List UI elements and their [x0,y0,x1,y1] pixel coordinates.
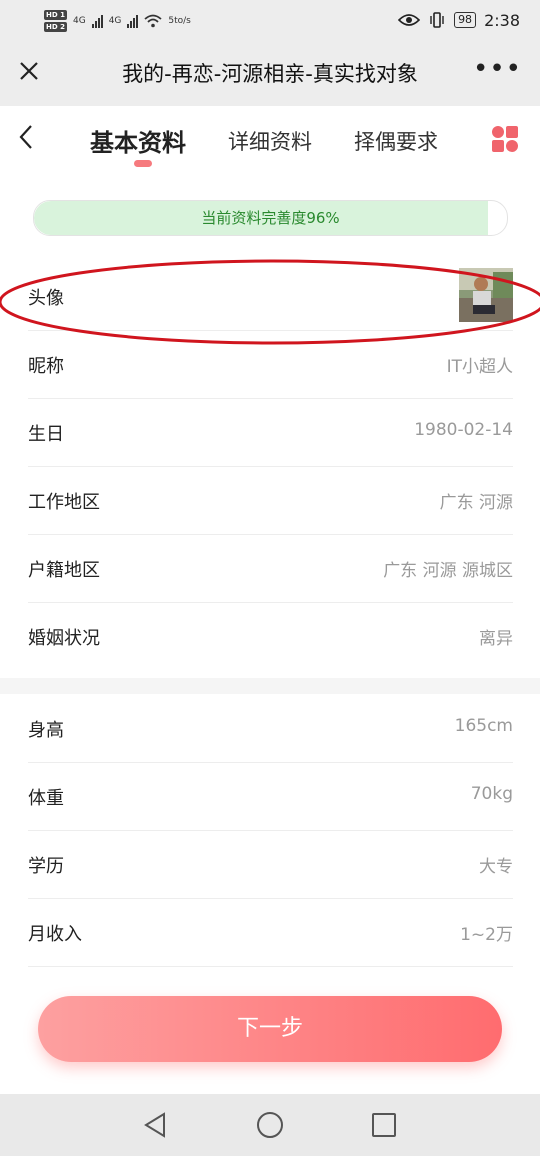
avatar-label: 头像 [28,288,64,309]
signal-icon-2 [127,14,139,28]
monthly-income-value: 1~2万 [460,925,513,945]
grid-cell [506,140,518,152]
signal-icon [91,14,103,28]
wifi-icon [144,14,162,28]
nickname-label: 昵称 [28,356,64,377]
vibrate-icon [430,12,444,28]
row-avatar[interactable]: 头像 [28,262,513,331]
title-bar: 我的-再恋-河源相亲-真实找对象 ••• [0,40,540,106]
network-type-1: 4G [72,16,86,26]
next-step-button[interactable]: 下一步 [38,996,502,1062]
hd-tags: HD 1 HD 2 [44,10,67,32]
hukou-region-label: 户籍地区 [28,560,100,581]
eye-icon [398,14,421,26]
weight-label: 体重 [28,788,64,809]
weight-value: 70kg [470,784,513,804]
close-icon[interactable] [14,56,44,86]
work-region-value: 广东 河源 [439,493,513,513]
page-title: 我的-再恋-河源相亲-真实找对象 [122,62,418,86]
clock: 2:38 [484,10,520,30]
birthday-label: 生日 [28,424,64,445]
education-value: 大专 [479,857,513,877]
status-right: 98 2:38 [398,8,520,32]
marital-status-label: 婚姻状况 [28,628,100,649]
row-hukou-region[interactable]: 户籍地区 广东 河源 源城区 [28,534,513,603]
nav-recents-icon[interactable] [372,1113,396,1137]
row-marital-status[interactable]: 婚姻状况 离异 [28,602,513,670]
birthday-value: 1980-02-14 [414,420,513,440]
back-chevron-icon[interactable] [18,124,34,157]
section-divider [0,678,540,694]
hukou-region-value: 广东 河源 源城区 [383,561,513,581]
nav-back-icon[interactable] [143,1112,167,1138]
row-birthday[interactable]: 生日 1980-02-14 [28,398,513,467]
tab-detailed-info[interactable]: 详细资料 [228,126,312,156]
battery-level: 98 [454,12,477,28]
tab-bar: 基本资料 详细资料 择偶要求 [0,106,540,174]
hd1-badge: HD 1 [44,10,67,20]
monthly-income-label: 月收入 [28,924,82,945]
hd2-badge: HD 2 [44,22,67,32]
work-region-label: 工作地区 [28,492,100,513]
avatar[interactable] [459,268,513,322]
grid-menu-icon[interactable] [492,126,518,152]
row-education[interactable]: 学历 大专 [28,830,513,899]
system-nav-bar [0,1094,540,1156]
network-type-2: 4G [108,16,122,26]
education-label: 学历 [28,856,64,877]
tab-basic-info[interactable]: 基本资料 [90,123,186,158]
tab-partner-requirements[interactable]: 择偶要求 [354,126,438,156]
grid-cell [492,140,504,152]
more-menu-button[interactable]: ••• [473,54,522,84]
row-work-region[interactable]: 工作地区 广东 河源 [28,466,513,535]
active-tab-indicator [134,160,152,167]
profile-completion-bar: 当前资料完善度96% [33,200,508,236]
nickname-value: IT小超人 [446,357,513,377]
height-label: 身高 [28,720,64,741]
row-height[interactable]: 身高 165cm [28,694,513,763]
nav-home-icon[interactable] [257,1112,283,1138]
progress-label: 当前资料完善度96% [201,209,340,227]
height-value: 165cm [454,716,513,736]
status-bar: HD 1 HD 2 4G 4G 5to/s 98 2:38 [0,0,540,40]
grid-cell [506,126,518,138]
grid-cell [492,126,504,138]
marital-status-value: 离异 [479,629,513,649]
row-monthly-income[interactable]: 月收入 1~2万 [28,898,513,967]
row-weight[interactable]: 体重 70kg [28,762,513,831]
row-nickname[interactable]: 昵称 IT小超人 [28,330,513,399]
status-left: HD 1 HD 2 4G 4G 5to/s [44,6,191,36]
net-speed: 5to/s [168,16,191,26]
